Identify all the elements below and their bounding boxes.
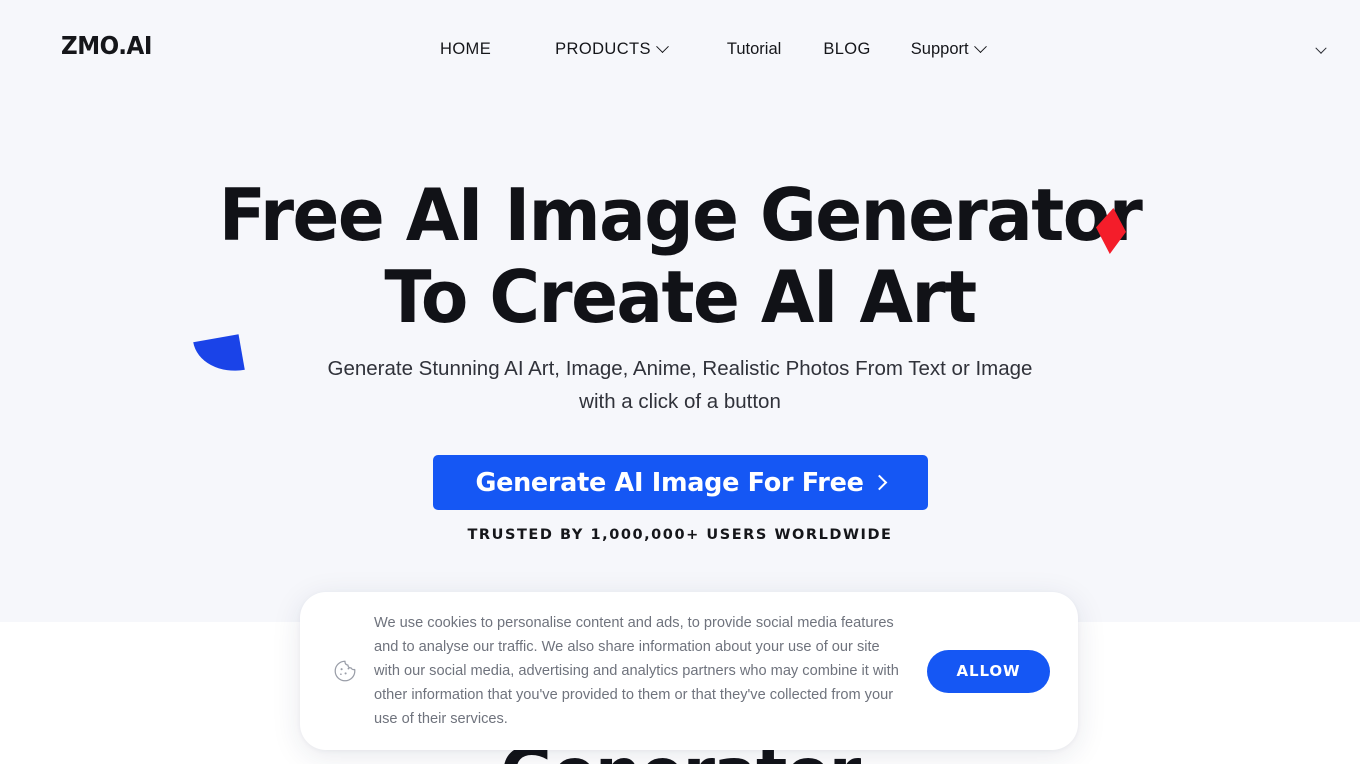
page-title-line-1: Free AI Image Generator bbox=[218, 173, 1143, 257]
nav-item-blog[interactable]: BLOG bbox=[823, 38, 870, 60]
page-subtitle-line-2: with a click of a button bbox=[579, 390, 781, 413]
page-title: Free AI Image Generator To Create AI Art bbox=[27, 174, 1333, 338]
nav-item-blog-label: BLOG bbox=[823, 40, 871, 58]
nav-item-tutorial[interactable]: Tutorial bbox=[727, 38, 781, 60]
nav-item-home-label: HOME bbox=[440, 40, 492, 58]
nav-item-products-label: PRODUCTS bbox=[555, 40, 651, 58]
cookie-consent-message: We use cookies to personalise content an… bbox=[374, 615, 899, 727]
nav-item-products[interactable]: PRODUCTS bbox=[555, 38, 669, 60]
site-logo[interactable]: ZMO.AI bbox=[61, 33, 152, 58]
cookie-allow-button[interactable]: ALLOW bbox=[927, 649, 1050, 693]
page-subtitle: Generate Stunning AI Art, Image, Anime, … bbox=[0, 352, 1360, 418]
trusted-by-text: TRUSTED BY 1,000,000+ USERS WORLDWIDE bbox=[467, 527, 893, 543]
header-language-toggle[interactable] bbox=[1310, 42, 1332, 60]
chevron-down-icon bbox=[1315, 42, 1327, 54]
cookie-icon bbox=[332, 658, 358, 684]
nav-item-home[interactable]: HOME bbox=[440, 38, 491, 60]
generate-ai-image-button-label: Generate AI Image For Free bbox=[475, 467, 864, 498]
chevron-down-icon bbox=[656, 39, 669, 53]
page-title-line-2: To Create AI Art bbox=[384, 255, 977, 339]
cookie-consent-banner: We use cookies to personalise content an… bbox=[300, 592, 1078, 750]
nav-item-support[interactable]: Support bbox=[910, 38, 987, 60]
generate-ai-image-button[interactable]: Generate AI Image For Free bbox=[432, 455, 928, 510]
cta-container: Generate AI Image For Free bbox=[0, 455, 1360, 510]
site-header: ZMO.AI HOME PRODUCTS Tutorial BLOG Suppo… bbox=[0, 0, 1360, 98]
nav-item-support-label: Support bbox=[910, 40, 969, 58]
chevron-right-icon bbox=[871, 474, 887, 490]
main-navigation: HOME PRODUCTS Tutorial BLOG Support bbox=[440, 38, 987, 60]
chevron-down-icon bbox=[973, 39, 987, 53]
nav-item-tutorial-label: Tutorial bbox=[726, 40, 782, 58]
